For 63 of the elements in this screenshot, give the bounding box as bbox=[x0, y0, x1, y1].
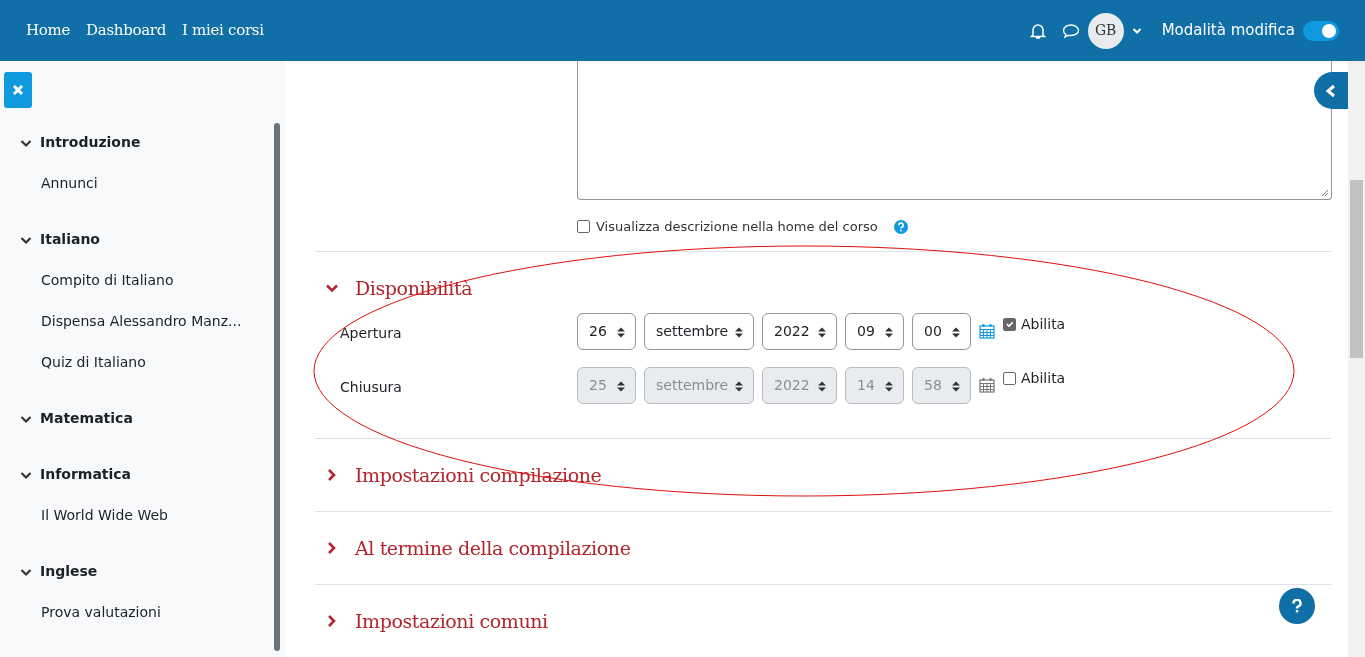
section-link[interactable]: Introduzione bbox=[40, 132, 141, 153]
help-icon[interactable] bbox=[893, 219, 908, 234]
field-label: Chiusura bbox=[339, 378, 403, 397]
chevron-icon[interactable] bbox=[20, 566, 32, 577]
close-button[interactable] bbox=[4, 72, 32, 108]
up-down-arrow-icon bbox=[735, 327, 743, 338]
nav-link[interactable]: I miei corsi bbox=[182, 19, 264, 42]
scrollbar-thumb[interactable] bbox=[274, 123, 280, 651]
up-down-arrow-icon bbox=[735, 381, 743, 392]
up-down-arrow-icon bbox=[885, 381, 893, 392]
field-label: Apertura bbox=[339, 324, 403, 343]
section-link[interactable]: Informatica bbox=[40, 464, 132, 485]
resize-grip-icon[interactable] bbox=[1321, 189, 1329, 197]
edit-mode-label: Modalità modifica bbox=[1161, 20, 1295, 42]
chat-icon[interactable] bbox=[1061, 22, 1080, 39]
caret-icon[interactable] bbox=[1131, 26, 1142, 35]
activity-link[interactable]: Prova valutazioni bbox=[0, 592, 285, 633]
section-heading[interactable]: Al termine della compilazione bbox=[355, 533, 631, 563]
enable-label: Abilita bbox=[1021, 315, 1066, 334]
activity-link[interactable]: Annunci bbox=[0, 163, 285, 204]
checkbox[interactable] bbox=[1003, 318, 1016, 331]
chevron-icon[interactable] bbox=[325, 282, 339, 294]
nav-link[interactable]: Home bbox=[26, 19, 70, 42]
chevron-icon[interactable] bbox=[20, 234, 32, 245]
nav-link[interactable]: Dashboard bbox=[86, 19, 166, 42]
chevron-icon[interactable] bbox=[20, 137, 32, 148]
up-down-arrow-icon bbox=[952, 327, 960, 338]
bell-icon[interactable] bbox=[1029, 21, 1046, 40]
edit-mode-toggle[interactable] bbox=[1303, 20, 1339, 41]
close-icon bbox=[12, 84, 24, 96]
date-select[interactable]: 26 bbox=[577, 313, 636, 350]
section-link[interactable]: Inglese bbox=[40, 561, 98, 582]
section-link[interactable]: Matematica bbox=[40, 408, 133, 429]
section-link[interactable]: Italiano bbox=[40, 229, 100, 250]
checkbox-label: Visualizza descrizione nella home del corso bbox=[596, 217, 878, 236]
enable-label: Abilita bbox=[1021, 369, 1066, 388]
date-select[interactable]: settembre bbox=[644, 313, 754, 350]
activity-link[interactable]: Compito di Italiano bbox=[0, 260, 285, 301]
question-icon bbox=[1292, 599, 1302, 613]
date-select[interactable]: 2022 bbox=[762, 313, 837, 350]
checkbox[interactable] bbox=[577, 220, 590, 233]
chevron-icon[interactable] bbox=[20, 413, 32, 424]
chevron-icon[interactable] bbox=[20, 469, 32, 480]
up-down-arrow-icon bbox=[885, 327, 893, 338]
activity-link[interactable]: Il World Wide Web bbox=[0, 495, 285, 536]
calendar-icon[interactable] bbox=[979, 377, 995, 393]
up-down-arrow-icon bbox=[617, 381, 625, 392]
drawer-toggle-button[interactable] bbox=[1314, 72, 1348, 109]
calendar-icon[interactable] bbox=[979, 323, 995, 339]
help-button[interactable] bbox=[1279, 588, 1315, 624]
activity-link[interactable]: Quiz di Italiano bbox=[0, 342, 285, 383]
chevron-left-icon bbox=[1325, 83, 1337, 98]
user-avatar[interactable]: GB bbox=[1087, 12, 1124, 49]
up-down-arrow-icon bbox=[952, 381, 960, 392]
checkbox[interactable] bbox=[1003, 372, 1016, 385]
date-select[interactable]: 00 bbox=[912, 313, 971, 350]
up-down-arrow-icon bbox=[617, 327, 625, 338]
date-select[interactable]: 09 bbox=[845, 313, 904, 350]
up-down-arrow-icon bbox=[818, 381, 826, 392]
up-down-arrow-icon bbox=[818, 327, 826, 338]
activity-link[interactable]: Dispensa Alessandro Manz... bbox=[0, 301, 285, 342]
section-heading[interactable]: Impostazioni comuni bbox=[355, 606, 548, 636]
scrollbar-thumb[interactable] bbox=[1350, 180, 1363, 358]
